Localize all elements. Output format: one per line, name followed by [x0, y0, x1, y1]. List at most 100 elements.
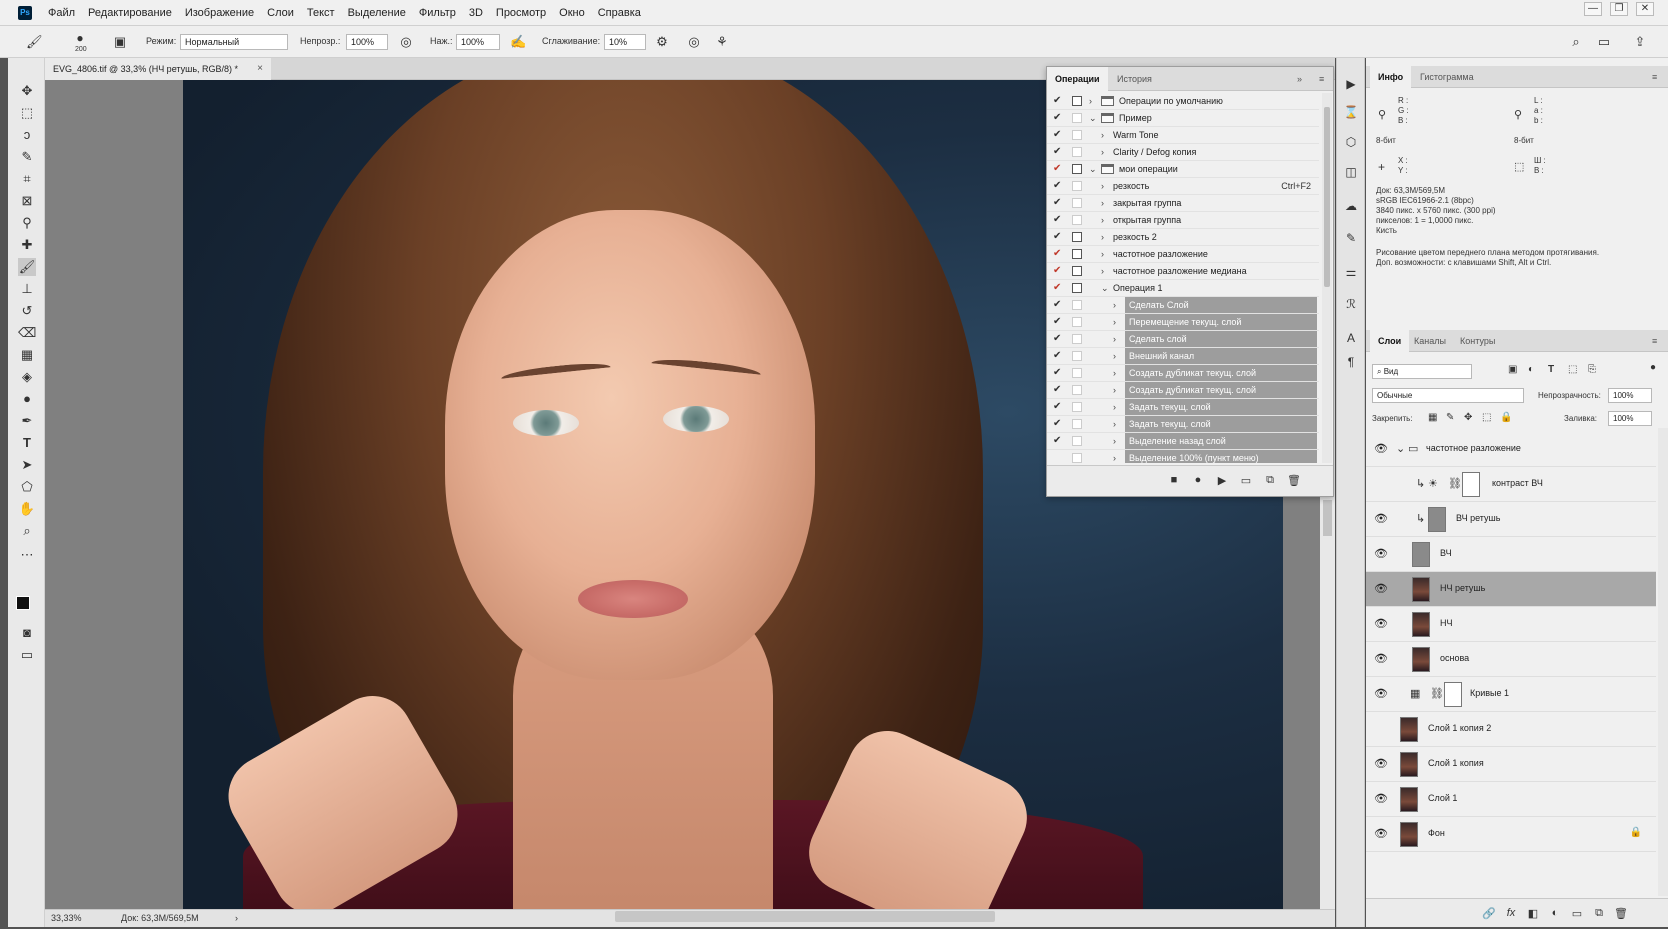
tab-channels[interactable]: Каналы: [1406, 330, 1454, 352]
airbrush-icon[interactable]: ✍: [510, 34, 526, 50]
layer-thumbnail[interactable]: [1400, 787, 1418, 812]
action-toggle-check-icon[interactable]: ✔: [1053, 93, 1063, 109]
zoom-tool-icon[interactable]: ⌕: [18, 522, 36, 540]
adjustments-panel-icon[interactable]: ⚌: [1343, 264, 1359, 280]
stop-recording-icon[interactable]: ■: [1167, 474, 1181, 486]
lock-position-icon[interactable]: ✥: [1464, 412, 1472, 423]
play-icon[interactable]: ▶: [1215, 474, 1229, 487]
styles-panel-icon[interactable]: ℛ: [1343, 296, 1359, 312]
chevron-right-icon[interactable]: ›: [1101, 144, 1104, 160]
menu-3d[interactable]: 3D: [469, 7, 483, 19]
brush-settings-icon[interactable]: ▣: [112, 34, 128, 50]
action-toggle-check-icon[interactable]: ✔: [1053, 365, 1063, 381]
action-row[interactable]: ✔ › Сделать Слой: [1047, 297, 1319, 314]
history-panel-icon[interactable]: ⌛: [1343, 104, 1359, 120]
play-panel-icon[interactable]: ▶: [1343, 76, 1359, 92]
chevron-right-icon[interactable]: ›: [1113, 382, 1116, 398]
collapse-panel-icon[interactable]: »: [1289, 67, 1310, 91]
action-row[interactable]: › Выделение 100% (пункт меню): [1047, 450, 1319, 463]
action-dialog-toggle-icon[interactable]: [1072, 368, 1082, 378]
menu-view[interactable]: Просмотр: [496, 7, 546, 19]
info-panel-menu-icon[interactable]: ≡: [1644, 66, 1665, 88]
layer-visibility-eye-icon[interactable]: [1374, 722, 1388, 736]
dodge-tool-icon[interactable]: ●: [18, 390, 36, 408]
eraser-tool-icon[interactable]: ⌫: [18, 324, 36, 342]
gear-icon[interactable]: ⚙: [654, 34, 670, 50]
action-dialog-toggle-icon[interactable]: [1072, 164, 1082, 174]
action-toggle-check-icon[interactable]: ✔: [1053, 399, 1063, 415]
filter-shape-icon[interactable]: ⬚: [1568, 364, 1577, 375]
new-group-icon[interactable]: ▭: [1570, 907, 1584, 920]
status-menu-arrow-icon[interactable]: ›: [235, 910, 238, 927]
menu-layers[interactable]: Слои: [267, 7, 294, 19]
foreground-color-swatch[interactable]: [16, 596, 30, 610]
chevron-right-icon[interactable]: ›: [1113, 365, 1116, 381]
character-panel-icon[interactable]: A: [1343, 330, 1359, 346]
tab-history[interactable]: История: [1109, 67, 1160, 91]
opacity-input[interactable]: 100%: [346, 34, 388, 50]
layer-row[interactable]: ↳ ☀ ⛓ контраст ВЧ: [1366, 467, 1656, 502]
eyedropper-tool-icon[interactable]: ⚲: [18, 214, 36, 232]
layer-visibility-eye-icon[interactable]: 👁: [1374, 757, 1388, 771]
action-row[interactable]: ✔ › Внешний канал: [1047, 348, 1319, 365]
chevron-down-icon[interactable]: ⌄: [1396, 442, 1405, 455]
action-toggle-check-icon[interactable]: ✔: [1053, 314, 1063, 330]
action-toggle-check-icon[interactable]: ✔: [1053, 382, 1063, 398]
lock-pixels-icon[interactable]: ✎: [1446, 412, 1454, 423]
action-dialog-toggle-icon[interactable]: [1072, 402, 1082, 412]
brush-preset-icon[interactable]: ●: [72, 30, 88, 46]
menu-select[interactable]: Выделение: [348, 7, 406, 19]
filter-type-icon[interactable]: T: [1548, 364, 1554, 375]
layer-thumbnail[interactable]: [1400, 752, 1418, 777]
layer-row[interactable]: 👁 основа: [1366, 642, 1656, 677]
chevron-right-icon[interactable]: ›: [1101, 195, 1104, 211]
filter-toggle-icon[interactable]: ●: [1650, 362, 1656, 373]
layer-row[interactable]: 👁 Слой 1: [1366, 782, 1656, 817]
layer-mask-thumbnail[interactable]: [1444, 682, 1462, 707]
action-dialog-toggle-icon[interactable]: [1072, 300, 1082, 310]
action-row[interactable]: ✔ › Создать дубликат текущ. слой: [1047, 365, 1319, 382]
layer-visibility-eye-icon[interactable]: 👁: [1374, 442, 1388, 456]
symmetry-icon[interactable]: ⚘: [714, 34, 730, 50]
brush-tool-active-icon[interactable]: 🖌: [18, 258, 36, 276]
action-row[interactable]: ✔ ⌄ мои операции: [1047, 161, 1319, 178]
action-row[interactable]: ✔ ⌄ Операция 1: [1047, 280, 1319, 297]
layer-row[interactable]: 👁 ▦ ⛓ Кривые 1: [1366, 677, 1656, 712]
clone-stamp-tool-icon[interactable]: ⊥: [18, 280, 36, 298]
3d-panel-icon[interactable]: ⬡: [1343, 134, 1359, 150]
mode-select[interactable]: Нормальный: [180, 34, 288, 50]
action-row[interactable]: ✔ › Выделение назад слой: [1047, 433, 1319, 450]
action-dialog-toggle-icon[interactable]: [1072, 436, 1082, 446]
chevron-right-icon[interactable]: ›: [1113, 416, 1116, 432]
action-dialog-toggle-icon[interactable]: [1072, 351, 1082, 361]
pen-tool-icon[interactable]: ✒: [18, 412, 36, 430]
more-tools-icon[interactable]: ⋯: [18, 546, 36, 564]
quick-select-tool-icon[interactable]: ✎: [18, 148, 36, 166]
chevron-right-icon[interactable]: ›: [1101, 178, 1104, 194]
workspace-icon[interactable]: ▭: [1596, 34, 1612, 50]
layer-visibility-eye-icon[interactable]: 👁: [1374, 582, 1388, 596]
layer-row[interactable]: 👁 ↳ ВЧ ретушь: [1366, 502, 1656, 537]
action-row[interactable]: ✔ › резкость Ctrl+F2: [1047, 178, 1319, 195]
action-toggle-check-icon[interactable]: ✔: [1053, 195, 1063, 211]
lock-transparency-icon[interactable]: ▦: [1428, 412, 1437, 423]
brush-settings-panel-icon[interactable]: ✎: [1343, 230, 1359, 246]
menu-file[interactable]: Файл: [48, 7, 75, 19]
chevron-right-icon[interactable]: ›: [1113, 450, 1116, 463]
fill-input[interactable]: 100%: [1608, 411, 1652, 426]
action-row[interactable]: ✔ › Операции по умолчанию: [1047, 93, 1319, 110]
pressure-input[interactable]: 100%: [456, 34, 500, 50]
action-dialog-toggle-icon[interactable]: [1072, 266, 1082, 276]
action-dialog-toggle-icon[interactable]: [1072, 453, 1082, 463]
chevron-right-icon[interactable]: ›: [1113, 314, 1116, 330]
layer-thumbnail[interactable]: [1412, 612, 1430, 637]
lock-all-icon[interactable]: 🔒: [1500, 412, 1512, 423]
action-dialog-toggle-icon[interactable]: [1072, 317, 1082, 327]
layer-visibility-eye-icon[interactable]: 👁: [1374, 547, 1388, 561]
action-toggle-check-icon[interactable]: ✔: [1053, 246, 1063, 262]
chevron-down-icon[interactable]: ⌄: [1089, 110, 1097, 126]
filter-adjustment-icon[interactable]: ◐: [1528, 364, 1534, 375]
chevron-right-icon[interactable]: ›: [1101, 263, 1104, 279]
paragraph-panel-icon[interactable]: ¶: [1343, 354, 1359, 370]
action-row[interactable]: ✔ › частотное разложение: [1047, 246, 1319, 263]
